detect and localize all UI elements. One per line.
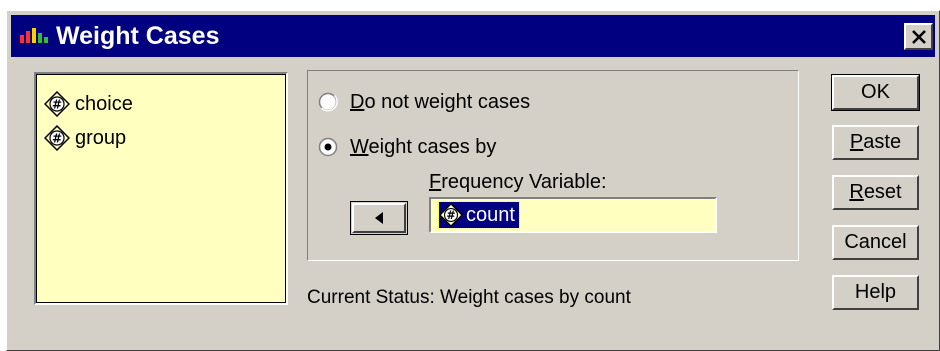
label-rest: eset bbox=[863, 181, 902, 203]
svg-text:#: # bbox=[52, 98, 62, 112]
mnemonic: F bbox=[429, 171, 442, 193]
frequency-variable-name: count bbox=[466, 203, 515, 226]
mnemonic: D bbox=[350, 90, 365, 113]
move-button-face bbox=[352, 203, 406, 233]
radio-selected-icon bbox=[318, 137, 338, 157]
variable-name: choice bbox=[75, 92, 133, 115]
label-rest: requency Variable: bbox=[441, 171, 607, 193]
cancel-button[interactable]: Cancel bbox=[832, 225, 919, 260]
source-variable-list[interactable]: # choice # group bbox=[34, 72, 288, 305]
spss-app-icon bbox=[20, 28, 48, 43]
reset-button[interactable]: Reset bbox=[832, 175, 919, 210]
close-button[interactable] bbox=[904, 23, 933, 50]
frequency-variable-label: Frequency Variable: bbox=[429, 171, 607, 194]
radio-weight-cases-by[interactable]: Weight cases by bbox=[318, 132, 496, 162]
variable-name: group bbox=[75, 126, 127, 149]
label-rest: aste bbox=[863, 131, 902, 153]
current-status-text: Current Status: Weight cases by count bbox=[307, 287, 631, 308]
weight-cases-dialog: Weight Cases # choice # group Do not wei… bbox=[6, 10, 940, 351]
list-item-choice[interactable]: # choice bbox=[44, 91, 133, 117]
window-title: Weight Cases bbox=[56, 22, 220, 50]
numeric-variable-icon: # bbox=[44, 91, 70, 117]
title-bar[interactable]: Weight Cases bbox=[11, 15, 935, 57]
help-button[interactable]: Help bbox=[832, 275, 919, 310]
radio-do-not-weight[interactable]: Do not weight cases bbox=[318, 87, 530, 117]
close-icon bbox=[911, 29, 926, 44]
label-rest: o not weight cases bbox=[364, 90, 531, 113]
svg-text:#: # bbox=[446, 209, 455, 222]
frequency-variable-field[interactable]: # count bbox=[429, 197, 717, 233]
ok-button[interactable]: OK bbox=[831, 74, 920, 111]
move-variable-button[interactable] bbox=[350, 201, 408, 235]
radio-unselected-icon bbox=[318, 92, 338, 112]
label-rest: eight cases by bbox=[368, 135, 497, 158]
numeric-variable-icon: # bbox=[439, 203, 463, 227]
list-item-group[interactable]: # group bbox=[44, 125, 127, 151]
frequency-variable-item[interactable]: # count bbox=[438, 201, 520, 229]
mnemonic: R bbox=[849, 181, 864, 203]
mnemonic: W bbox=[350, 135, 369, 158]
weighting-options-group: Do not weight cases Weight cases by Freq… bbox=[307, 70, 799, 261]
numeric-variable-icon: # bbox=[44, 125, 70, 151]
mnemonic: P bbox=[849, 131, 864, 153]
radio-label: Do not weight cases bbox=[350, 91, 530, 114]
radio-label: Weight cases by bbox=[350, 136, 496, 159]
left-triangle-icon bbox=[375, 212, 383, 224]
svg-text:#: # bbox=[52, 132, 62, 146]
paste-button[interactable]: Paste bbox=[832, 125, 919, 160]
